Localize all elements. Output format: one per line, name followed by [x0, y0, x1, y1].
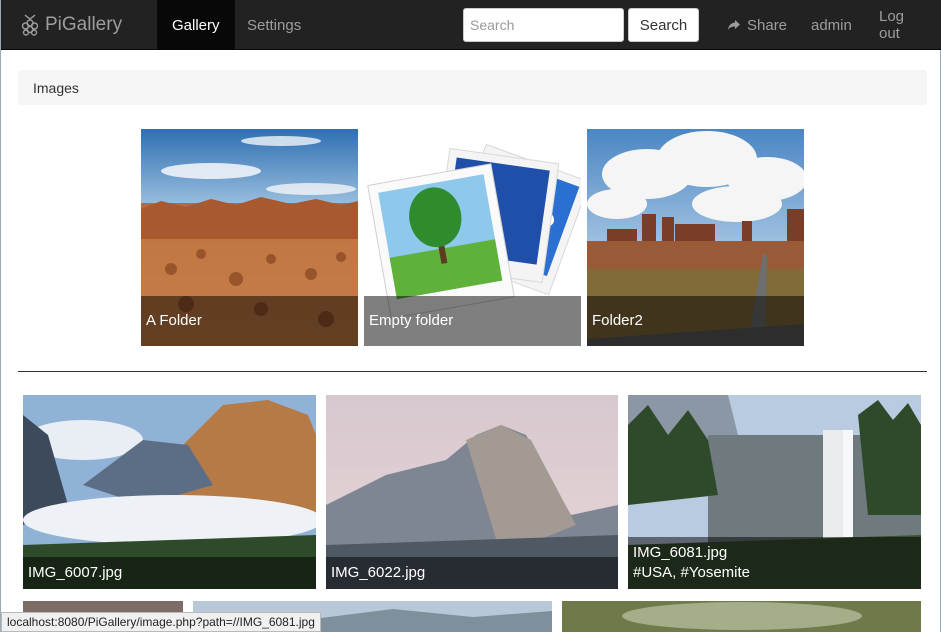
- brand-name: PiGallery: [45, 14, 123, 35]
- photo-thumbnail: [562, 601, 921, 632]
- browser-status-url: localhost:8080/PiGallery/image.php?path=…: [1, 612, 321, 632]
- photo-name: IMG_6022.jpg: [331, 564, 426, 581]
- navbar: PiGallery Gallery Settings Search Share …: [1, 0, 941, 50]
- nav-gallery[interactable]: Gallery: [157, 0, 235, 50]
- breadcrumb-current: Images: [33, 79, 79, 96]
- share-link[interactable]: Share: [712, 0, 802, 50]
- folder-tile[interactable]: Empty folder: [364, 129, 581, 346]
- folder-name: Empty folder: [364, 296, 581, 346]
- folder-tile[interactable]: A Folder: [141, 129, 358, 346]
- photo-tile[interactable]: IMG_6007.jpg: [23, 395, 316, 589]
- raspberry-icon: [21, 14, 39, 36]
- photo-tags: #USA, #Yosemite: [633, 564, 751, 581]
- brand-link[interactable]: PiGallery: [19, 0, 122, 50]
- search-input[interactable]: [463, 8, 624, 42]
- photo-tile[interactable]: IMG_6081.jpg #USA, #Yosemite: [628, 395, 921, 589]
- folder-name: Folder2: [587, 296, 804, 346]
- photo-name: IMG_6007.jpg: [28, 564, 123, 581]
- nav-settings[interactable]: Settings: [232, 0, 316, 50]
- folder-tile[interactable]: Folder2: [587, 129, 804, 346]
- section-divider: [18, 371, 927, 372]
- photo-caption: IMG_6022.jpg: [326, 557, 618, 589]
- user-link[interactable]: admin: [796, 0, 867, 50]
- search-button[interactable]: Search: [628, 8, 699, 42]
- logout-link[interactable]: Log out: [864, 0, 941, 50]
- photo-caption: IMG_6007.jpg: [23, 557, 316, 589]
- photo-caption: IMG_6081.jpg #USA, #Yosemite: [628, 537, 921, 589]
- share-arrow-icon: [728, 20, 740, 30]
- breadcrumb: Images: [18, 70, 927, 105]
- share-label: Share: [747, 16, 788, 34]
- photo-name: IMG_6081.jpg: [633, 544, 728, 561]
- folder-name: A Folder: [141, 296, 358, 346]
- photo-tile[interactable]: IMG_6022.jpg: [326, 395, 618, 589]
- photo-tile[interactable]: [562, 601, 921, 632]
